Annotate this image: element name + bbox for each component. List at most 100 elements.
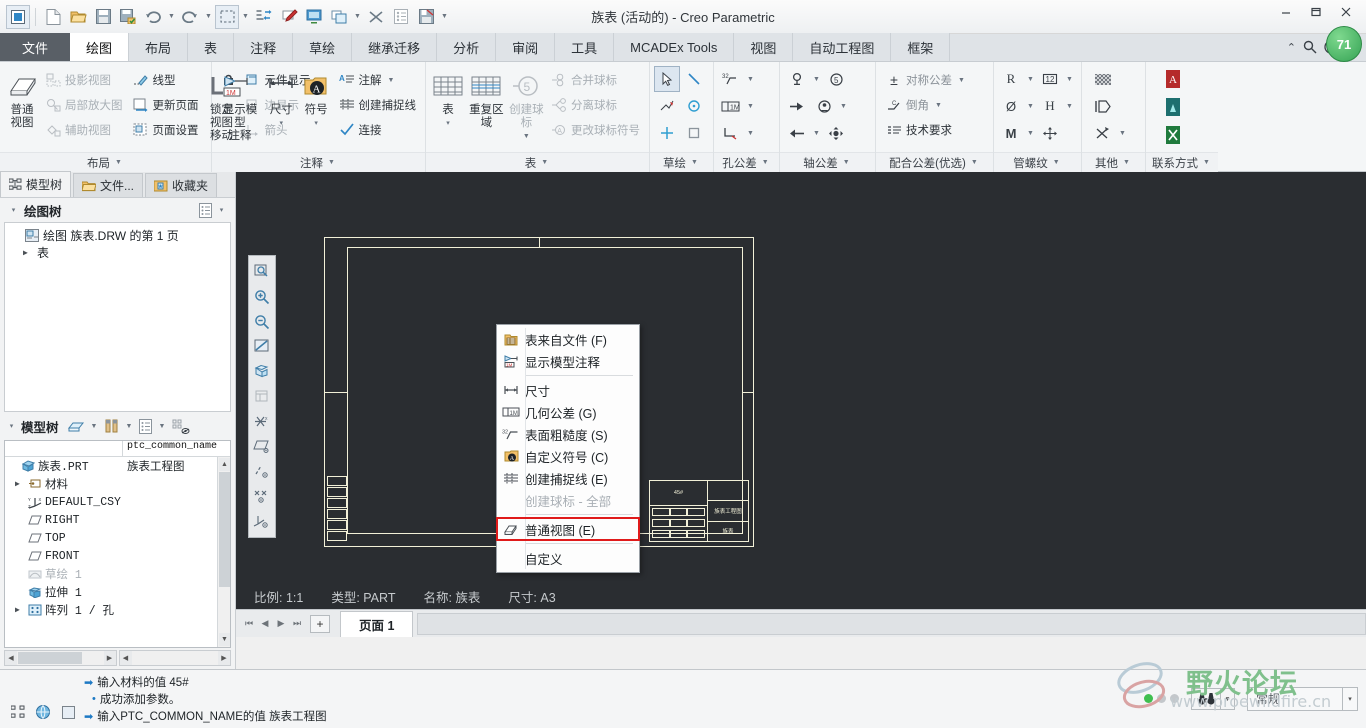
tab-frame[interactable]: 框架 [891, 33, 951, 61]
fit-tolerance-group-caret-icon[interactable]: ▼ [969, 159, 980, 166]
maximize-button[interactable] [1302, 2, 1330, 22]
tab-inherit[interactable]: 继承迁移 [352, 33, 438, 61]
tab-view[interactable]: 视图 [734, 33, 794, 61]
other-group-caret-icon[interactable]: ▼ [1121, 159, 1132, 166]
datum-symbol-caret-icon[interactable]: ▼ [811, 76, 822, 83]
context-menu-item-table-from-file[interactable]: 表来自文件 (F) [497, 328, 639, 350]
left-tab-model-tree[interactable]: 模型树 [0, 171, 72, 197]
context-menu-item-dimension[interactable]: 尺寸 [497, 379, 639, 401]
auxiliary-view-button[interactable]: 辅助视图 [41, 118, 127, 142]
model-tree-row-material[interactable]: ▶ 材料 [5, 475, 230, 493]
left-tab-folders[interactable]: 文件... [73, 173, 144, 197]
model-tree-row-sketch[interactable]: 草绘 1 [5, 565, 230, 583]
position-tolerance-icon[interactable] [1037, 120, 1063, 146]
drawing-tree-settings-caret-icon[interactable]: ▾ [216, 206, 227, 214]
cad-icon[interactable] [1160, 94, 1186, 120]
note-caret-icon[interactable]: ▼ [386, 77, 397, 84]
hole-fit-icon[interactable]: H [1037, 93, 1063, 119]
dimension-button[interactable]: 尺寸 ▾ [265, 66, 298, 130]
hatch-pattern-icon[interactable] [1090, 66, 1116, 92]
merge-balloons-button[interactable]: 合并球标 [547, 68, 644, 92]
left-tab-favorites[interactable]: 收藏夹 [145, 173, 218, 197]
row-arrow[interactable]: ▶ [15, 605, 25, 615]
model-tree-row-csys[interactable]: YZ X DEFAULT_CSY [5, 493, 230, 511]
undo-icon[interactable] [141, 5, 165, 29]
create-balloon-caret-icon[interactable]: ▼ [521, 130, 532, 143]
ribbon-group-layout-label[interactable]: 布局 ▼ [0, 152, 211, 172]
save-sheet-icon[interactable] [414, 5, 438, 29]
datum-display-icon[interactable]: x [251, 409, 273, 434]
collapse-ribbon-icon[interactable]: ⌃ [1287, 41, 1296, 54]
zoom-out-icon[interactable] [251, 309, 273, 334]
model-tree-toggle-icon[interactable] [8, 702, 28, 722]
settings-tools-icon[interactable] [104, 419, 120, 434]
page-setup-button[interactable]: 页面设置 [129, 118, 203, 142]
table-caret-icon[interactable]: ▾ [443, 117, 454, 130]
properties-icon[interactable] [389, 5, 413, 29]
save-icon[interactable] [91, 5, 115, 29]
last-sheet-button[interactable]: ⏭ [290, 614, 304, 634]
hscroll-right-button[interactable]: ▶ [218, 651, 230, 665]
symmetric-tolerance-caret-icon[interactable]: ▼ [956, 77, 967, 84]
close-window-icon[interactable] [364, 5, 388, 29]
ribbon-group-annotate-label[interactable]: 注释 ▼ [212, 152, 425, 172]
model-tree-row-pattern[interactable]: ▶ 阵列 1 / 孔 [5, 601, 230, 619]
pipe-thread-group-caret-icon[interactable]: ▼ [1051, 159, 1062, 166]
repeat-region-button[interactable]: 重复区域 [467, 66, 506, 130]
ribbon-group-pipe-thread-label[interactable]: 管螺纹 ▼ [994, 152, 1081, 172]
display-style-icon[interactable] [251, 359, 273, 384]
ribbon-group-hole-tolerance-label[interactable]: 孔公差 ▼ [714, 152, 779, 172]
ribbon-group-shaft-tolerance-label[interactable]: 轴公差 ▼ [780, 152, 875, 172]
model-tree-hscroll-1[interactable]: ◀ ▶ [4, 650, 117, 666]
balloon-detail-icon[interactable] [811, 93, 837, 119]
hscroll-left-button[interactable]: ◀ [119, 651, 132, 665]
line-icon[interactable] [681, 66, 707, 92]
detailed-view-button[interactable]: 局部放大图 [41, 93, 127, 117]
left-arrow-caret-icon[interactable]: ▼ [811, 130, 822, 137]
binoculars-icon[interactable] [1191, 687, 1221, 710]
note-button[interactable]: A 注解 ▼ [335, 68, 421, 92]
redo-caret-icon[interactable]: ▼ [203, 13, 214, 20]
point-display-icon[interactable] [251, 484, 273, 509]
creo-app-icon[interactable] [6, 4, 30, 29]
pdf-icon[interactable]: A [1160, 66, 1186, 92]
ribbon-group-table-label[interactable]: 表 ▼ [426, 152, 649, 172]
shaft-tolerance-group-caret-icon[interactable]: ▼ [841, 159, 852, 166]
geometric-tolerance-caret-icon[interactable]: ▼ [745, 103, 756, 110]
status-badge[interactable]: 71 [1326, 26, 1362, 62]
qat-more-icon[interactable]: ▼ [439, 13, 450, 20]
diameter-dimension-icon[interactable]: Ø [998, 93, 1024, 119]
zoom-in-icon[interactable] [251, 284, 273, 309]
geometric-tolerance-icon[interactable]: 1M [718, 93, 744, 119]
context-menu-item-custom-symbol[interactable]: A 自定义符号 (C) [497, 445, 639, 467]
select-box-icon[interactable] [215, 4, 239, 29]
tree-node-table-arrow[interactable]: ▶ [23, 248, 33, 258]
rectangle-icon[interactable] [681, 120, 707, 146]
model-tree-row-extrude[interactable]: 拉伸 1 [5, 583, 230, 601]
filter-icon[interactable] [67, 420, 85, 433]
regenerate-icon[interactable] [252, 5, 276, 29]
surface-finish-icon[interactable]: 32 [718, 66, 744, 92]
sheet-display-icon[interactable] [251, 384, 273, 409]
parallelism-icon[interactable] [1090, 93, 1116, 119]
close-button[interactable] [1332, 2, 1360, 22]
basic-dimension-icon[interactable]: 12 [1037, 66, 1063, 92]
dimension-caret-icon[interactable]: ▾ [276, 117, 287, 130]
display-icon[interactable] [302, 5, 326, 29]
axis-display-icon[interactable] [251, 459, 273, 484]
tab-table[interactable]: 表 [188, 33, 235, 61]
list-columns-icon[interactable] [138, 418, 153, 434]
model-tree-collapse-icon[interactable]: ▾ [6, 422, 17, 430]
context-menu-item-snap-line[interactable]: 创建捕捉线 (E) [497, 467, 639, 489]
tab-analysis[interactable]: 分析 [437, 33, 497, 61]
context-menu-item-show-model-annotations[interactable]: 1M 显示模型注释 [497, 350, 639, 372]
csys-display-icon[interactable] [251, 509, 273, 534]
model-tree-hscroll-2[interactable]: ◀ ▶ [118, 650, 231, 666]
ribbon-group-sketch-label[interactable]: 草绘 ▼ [650, 152, 713, 172]
selection-mode-caret-icon[interactable]: ▾ [1343, 686, 1358, 711]
contact-group-caret-icon[interactable]: ▼ [1201, 159, 1212, 166]
ribbon-group-fit-tolerance-label[interactable]: 配合公差(优选) ▼ [876, 152, 993, 172]
scroll-up-button[interactable]: ▲ [219, 458, 230, 471]
connect-button[interactable]: 连接 [335, 118, 421, 142]
tab-review[interactable]: 审阅 [496, 33, 556, 61]
